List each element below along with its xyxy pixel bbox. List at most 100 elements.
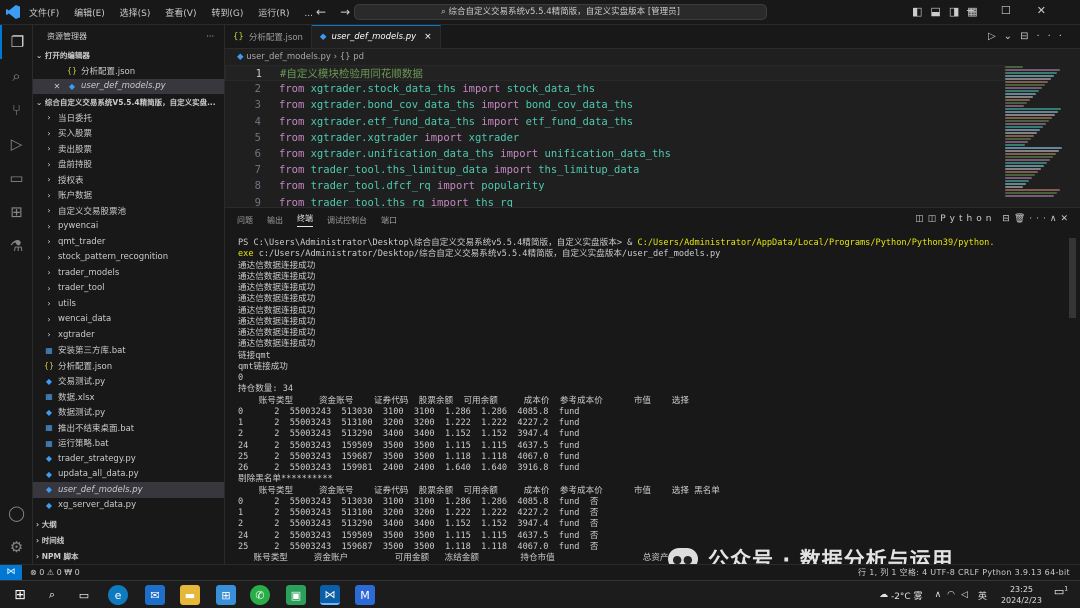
minimap[interactable] bbox=[1005, 65, 1067, 207]
mail-icon[interactable]: ✉ bbox=[145, 585, 165, 605]
code-line[interactable]: 5 from xgtrader.xgtrader import xgtrader bbox=[225, 130, 1005, 146]
split-terminal-icon[interactable]: ◫ bbox=[915, 214, 928, 224]
tray-icons[interactable]: ∧◠◁ bbox=[935, 590, 974, 600]
notification-icon[interactable]: ▭1 bbox=[1052, 585, 1070, 603]
run-debug-icon[interactable]: ▷ bbox=[0, 127, 33, 161]
folder-item[interactable]: › utils bbox=[33, 296, 224, 312]
trading-app-icon[interactable]: ▣ bbox=[286, 585, 306, 605]
search-view-icon[interactable]: ⌕ bbox=[0, 59, 33, 93]
tab-problems[interactable]: 问题 bbox=[237, 215, 253, 226]
file-item[interactable]: ▦ 数据.xlsx bbox=[33, 389, 224, 405]
chevron-up-icon[interactable]: ∧ bbox=[935, 590, 948, 600]
volume-icon[interactable]: ◁ bbox=[961, 590, 974, 600]
file-item[interactable]: ▦ 运行策略.bat bbox=[33, 436, 224, 452]
terminal-scrollbar[interactable] bbox=[1069, 238, 1076, 318]
command-center[interactable]: ⌕ 综合自定义交易系统v5.5.4精简版，自定义实盘版本 [管理员] bbox=[354, 4, 767, 20]
npm-scripts-section[interactable]: › NPM 脚本 bbox=[33, 548, 224, 564]
vscode-taskbar-icon[interactable]: ⋈ bbox=[320, 585, 340, 605]
store-icon[interactable]: ⊞ bbox=[216, 585, 236, 605]
tab-terminal[interactable]: 终端 bbox=[297, 213, 313, 227]
file-item[interactable]: ◆ trader_strategy.py bbox=[33, 451, 224, 467]
split-editor-icon[interactable]: ⊟ bbox=[1020, 31, 1036, 42]
menu-run[interactable]: 运行(R) bbox=[258, 9, 289, 19]
workspace-section[interactable]: ⌄ 综合自定义交易系统V5.5.4精简版，自定义实盘... bbox=[33, 94, 224, 110]
code-line[interactable]: 2 from xgtrader.stock_data_ths import sto… bbox=[225, 81, 1005, 97]
code-line[interactable]: 7 from trader_tool.ths_limitup_data impor… bbox=[225, 162, 1005, 178]
menu-edit[interactable]: 编辑(E) bbox=[74, 9, 105, 19]
folder-item[interactable]: › qmt_trader bbox=[33, 234, 224, 250]
status-right-items[interactable]: 行 1, 列 1 空格: 4 UTF-8 CRLF Python 3.9.13 … bbox=[858, 567, 1070, 578]
outline-section[interactable]: › 大纲 bbox=[33, 516, 224, 532]
clock[interactable]: 23:25 2024/2/23 bbox=[1001, 584, 1042, 606]
extensions-icon[interactable]: ⊞ bbox=[0, 195, 33, 229]
folder-item[interactable]: › trader_models bbox=[33, 265, 224, 281]
breadcrumb-file[interactable]: user_def_models.py bbox=[246, 52, 331, 62]
toggle-panel-icon[interactable]: ⬓ bbox=[930, 5, 948, 18]
menu-file[interactable]: 文件(F) bbox=[29, 9, 59, 19]
maximize-icon[interactable]: ☐ bbox=[1001, 4, 1037, 17]
file-item[interactable]: ◆ user_def_models.py bbox=[33, 482, 224, 498]
file-item[interactable]: ◆ xg_server_data.py bbox=[33, 498, 224, 514]
tab-user-def-models[interactable]: ◆ user_def_models.py × bbox=[311, 25, 441, 48]
code-line[interactable]: 1 #自定义模块检验用同花顺数据 bbox=[225, 65, 1005, 82]
edge-browser-icon[interactable]: e bbox=[108, 585, 128, 605]
terminal-shell-label[interactable]: Python bbox=[940, 214, 995, 224]
file-explorer-icon[interactable]: ▬ bbox=[180, 585, 200, 605]
weather-text[interactable]: -2°C 雾 bbox=[891, 589, 923, 602]
open-editor-item[interactable]: ✕ ◆ user_def_models.py bbox=[33, 78, 224, 94]
toggle-secondary-sidebar-icon[interactable]: ◨ bbox=[949, 5, 967, 18]
file-item[interactable]: ◆ updata_all_data.py bbox=[33, 467, 224, 483]
account-icon[interactable]: ◯ bbox=[0, 496, 33, 530]
explorer-icon[interactable]: ❐ bbox=[0, 25, 33, 59]
folder-item[interactable]: › 自定义交易股票池 bbox=[33, 203, 224, 219]
more-actions-icon[interactable]: ··· bbox=[1036, 31, 1070, 42]
file-item[interactable]: ▦ 推出不结束桌面.bat bbox=[33, 420, 224, 436]
code-line[interactable]: 8 from trader_tool.dfcf_rq import popular… bbox=[225, 178, 1005, 194]
task-view-icon[interactable]: ▭ bbox=[74, 585, 94, 605]
folder-item[interactable]: › trader_tool bbox=[33, 281, 224, 297]
tab-ports[interactable]: 端口 bbox=[381, 215, 397, 226]
folder-item[interactable]: › wencai_data bbox=[33, 312, 224, 328]
file-item[interactable]: ◆ 数据测试.py bbox=[33, 405, 224, 421]
file-item[interactable]: ◆ 交易测试.py bbox=[33, 374, 224, 390]
trash-icon[interactable]: 🗑 bbox=[1014, 214, 1029, 224]
menu-go[interactable]: 转到(G) bbox=[211, 9, 243, 19]
back-arrow-icon[interactable]: ← bbox=[316, 5, 340, 19]
file-item[interactable]: {} 分析配置.json bbox=[33, 358, 224, 374]
windows-start-icon[interactable]: ⊞ bbox=[10, 585, 30, 605]
minimize-icon[interactable]: − bbox=[966, 4, 1001, 17]
wifi-icon[interactable]: ◠ bbox=[947, 590, 961, 600]
ime-indicator[interactable]: 英 bbox=[978, 589, 987, 602]
close-panel-icon[interactable]: ✕ bbox=[1060, 214, 1072, 224]
code-line[interactable]: 6 from xgtrader.unification_data_ths impo… bbox=[225, 146, 1005, 162]
split-icon[interactable]: ⊟ bbox=[1002, 214, 1014, 224]
remote-explorer-icon[interactable]: ▭ bbox=[0, 161, 33, 195]
folder-item[interactable]: › 授权表 bbox=[33, 172, 224, 188]
folder-item[interactable]: › 当日委托 bbox=[33, 110, 224, 126]
folder-item[interactable]: › stock_pattern_recognition bbox=[33, 250, 224, 266]
folder-item[interactable]: › 买入股票 bbox=[33, 126, 224, 142]
code-editor[interactable]: 1 #自定义模块检验用同花顺数据 2 from xgtrader.stock_data… bbox=[225, 65, 1005, 207]
timeline-section[interactable]: › 时间线 bbox=[33, 532, 224, 548]
remote-indicator-icon[interactable]: ⋈ bbox=[0, 564, 22, 581]
more-actions-icon[interactable]: ··· bbox=[1029, 214, 1050, 224]
folder-item[interactable]: › 卖出股票 bbox=[33, 141, 224, 157]
folder-item[interactable]: › 盘前持股 bbox=[33, 157, 224, 173]
testing-icon[interactable]: ⚗ bbox=[0, 229, 33, 263]
open-editors-section[interactable]: ⌄ 打开的编辑器 bbox=[33, 47, 224, 63]
open-editor-item[interactable]: {} 分析配置.json bbox=[33, 63, 224, 79]
tab-analysis-config[interactable]: {} 分析配置.json bbox=[225, 25, 312, 48]
breadcrumb-symbol[interactable]: {} pd bbox=[340, 52, 364, 62]
code-line[interactable]: 9 from trader_tool.ths_rq import ths_rq bbox=[225, 195, 1005, 208]
code-line[interactable]: 4 from xgtrader.etf_fund_data_ths import … bbox=[225, 114, 1005, 130]
problems-indicator[interactable]: ⊗ 0 ⚠ 0 ₩ 0 bbox=[30, 568, 80, 577]
folder-item[interactable]: › 账户数据 bbox=[33, 188, 224, 204]
tab-debug-console[interactable]: 调试控制台 bbox=[327, 215, 367, 226]
menu-selection[interactable]: 选择(S) bbox=[120, 9, 151, 19]
close-window-icon[interactable]: ✕ bbox=[1037, 4, 1072, 17]
close-editor-icon[interactable]: ✕ bbox=[51, 82, 63, 91]
wechat-icon[interactable]: ✆ bbox=[250, 585, 270, 605]
app-taskbar-icon[interactable]: M bbox=[355, 585, 375, 605]
menu-view[interactable]: 查看(V) bbox=[165, 9, 196, 19]
toggle-sidebar-icon[interactable]: ◧ bbox=[912, 5, 930, 18]
